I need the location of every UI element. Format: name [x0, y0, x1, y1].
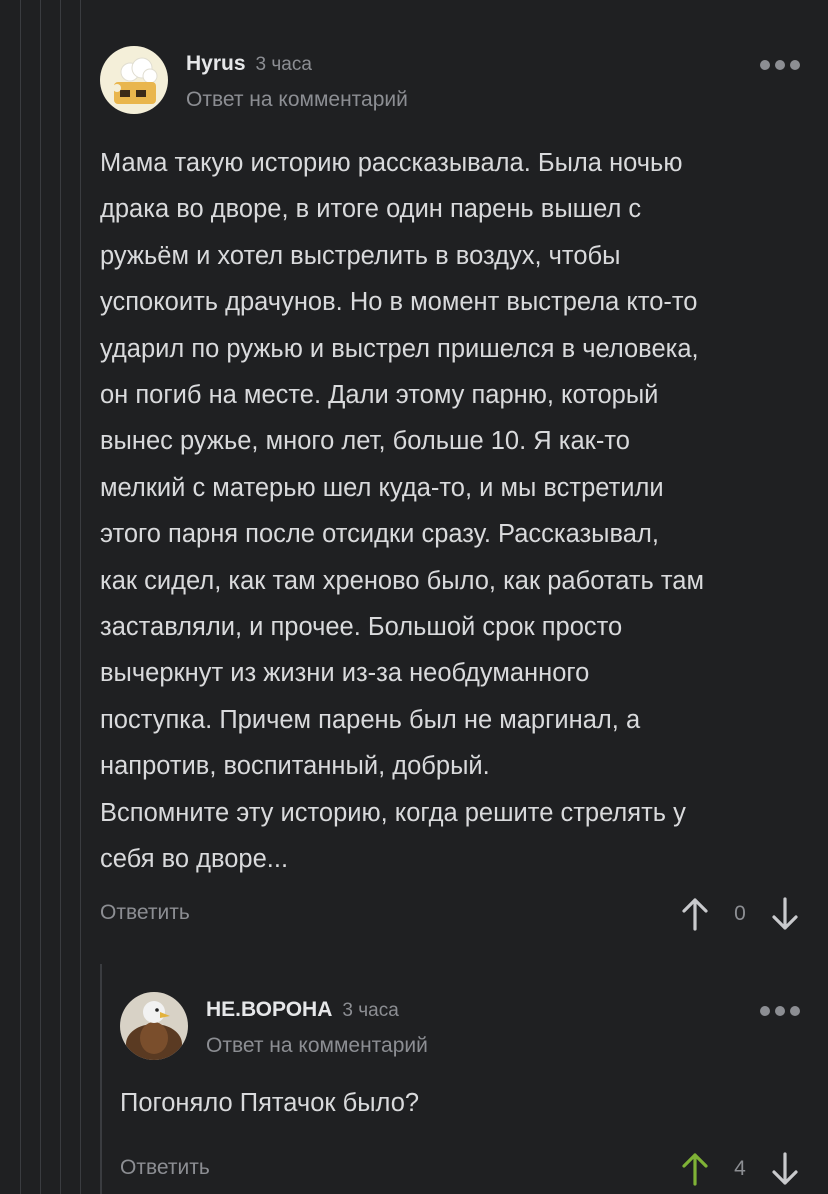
more-options-icon[interactable]: [760, 1006, 800, 1016]
avatar[interactable]: [120, 992, 188, 1060]
thread-lines: [0, 0, 90, 1194]
comment-header: Hyrus 3 часа Ответ на комментарий: [100, 44, 800, 116]
downvote-arrow-icon[interactable]: [770, 896, 800, 931]
comment-header: НЕ.ВОРОНА 3 часа Ответ на комментарий: [120, 990, 800, 1062]
vote-score: 4: [734, 1157, 746, 1181]
downvote-arrow-icon[interactable]: [770, 1152, 800, 1186]
comment: Hyrus 3 часа Ответ на комментарий Мама та…: [100, 44, 800, 937]
reply-to-link[interactable]: Ответ на комментарий: [206, 1034, 428, 1058]
comment-actions: Ответить 0: [100, 896, 800, 937]
reply-button[interactable]: Ответить: [100, 901, 190, 925]
author-name[interactable]: Hyrus: [186, 52, 246, 75]
vote-controls: 0: [680, 896, 800, 931]
reply-button[interactable]: Ответить: [120, 1156, 210, 1180]
comment-time: 3 часа: [255, 54, 312, 75]
more-options-icon[interactable]: [760, 60, 800, 70]
reply-thread-line: [100, 964, 102, 1194]
comment: НЕ.ВОРОНА 3 часа Ответ на комментарий Пог…: [120, 990, 800, 1192]
comment-text: Мама такую историю рассказывала. Была но…: [100, 149, 704, 874]
vote-controls: 4: [680, 1152, 800, 1187]
avatar[interactable]: [100, 46, 168, 114]
upvote-arrow-icon[interactable]: [680, 1152, 710, 1187]
author-name[interactable]: НЕ.ВОРОНА: [206, 998, 332, 1021]
comment-actions: Ответить 4: [120, 1152, 800, 1192]
comment-time: 3 часа: [342, 1000, 399, 1021]
upvote-arrow-icon[interactable]: [680, 897, 710, 931]
vote-score: 0: [734, 901, 746, 925]
reply-to-link[interactable]: Ответ на комментарий: [186, 88, 408, 112]
comment-text: Погоняло Пятачок было?: [120, 1089, 420, 1117]
